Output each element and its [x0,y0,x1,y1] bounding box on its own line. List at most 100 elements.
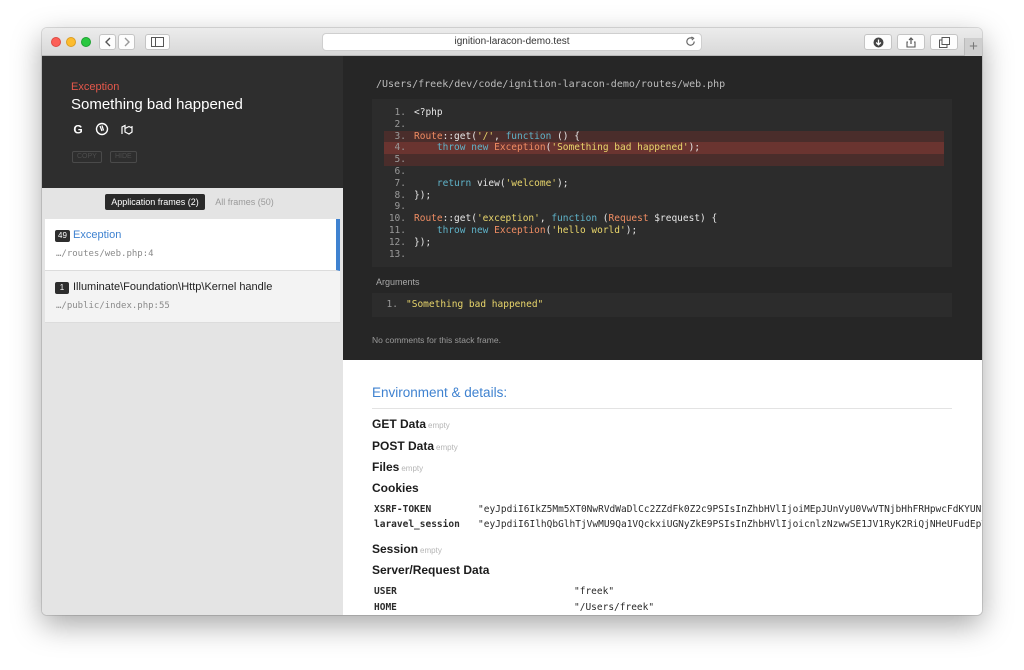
line-number: 10. [388,213,406,225]
server-value: "freek" [574,586,615,597]
empty-label: empty [428,421,450,430]
line-code: }); [414,189,432,201]
arguments-title: Arguments [376,277,420,287]
post-data-label: POST Data [372,439,435,453]
address-bar[interactable]: ignition-laracon-demo.test [322,33,702,51]
copy-button[interactable]: COPY [72,151,102,163]
line-code: throw new Exception('hello world'); [436,225,638,236]
cookies-label: Cookies [372,481,419,495]
files-label: Files [372,460,400,474]
server-data-label: Server/Request Data [372,563,490,577]
code-line: 10. Route::get('exception', function (Req… [384,213,944,225]
address-url: ignition-laracon-demo.test [454,36,570,47]
code-line: 11. throw new Exception('hello world'); [384,225,944,237]
plus-icon: + [969,38,978,55]
frame-title: Exception [73,229,122,241]
empty-label: empty [436,443,458,452]
svg-text:G: G [73,123,82,137]
browser-window: ignition-laracon-demo.test + Exception S… [42,28,982,615]
tabs-overview-button[interactable] [930,34,958,50]
forward-button[interactable] [118,34,135,50]
browser-toolbar: ignition-laracon-demo.test + [42,28,982,56]
code-viewer: /Users/freek/dev/code/ignition-laracon-d… [343,56,982,360]
post-data-section: POST Data empty [372,439,458,453]
code-line: 3. Route::get('/', function () { [384,130,944,143]
sidebar-toggle-button[interactable] [145,34,170,50]
cookies-section: Cookies [372,481,419,495]
no-comments-text: No comments for this stack frame. [372,335,501,345]
server-key: HOME [374,602,397,613]
downloads-button[interactable] [864,34,892,50]
cookie-row: XSRF-TOKEN "eyJpdiI6IkZ5Mm5XT0NwRVdWaDlCc… [374,504,982,516]
line-code: <?php [414,107,443,118]
code-line: 13. [384,249,944,261]
arguments-box: 1. "Something bad happened" [372,293,952,317]
close-window-button[interactable] [51,37,61,47]
line-number: 1. [394,107,406,118]
exception-message: Something bad happened [71,96,243,113]
line-number: 6. [394,166,406,177]
stack-frames-panel: Application frames (2) All frames (50) 4… [42,188,343,615]
line-number: 3. [394,130,406,142]
frame-number-badge: 49 [55,230,70,242]
cookie-key: laravel_session [374,519,460,530]
line-number: 13. [388,248,406,260]
argument-number: 1. [386,299,398,310]
laravel-icon[interactable] [120,122,134,136]
frame-file: …/routes/web.php:4 [56,249,154,259]
share-button[interactable] [897,34,925,50]
back-button[interactable] [99,34,116,50]
server-row: HOME "/Users/freek" [374,602,654,614]
stackoverflow-icon[interactable] [95,122,109,136]
get-data-section: GET Data empty [372,417,450,431]
frame-file: …/public/index.php:55 [56,301,170,311]
divider [372,408,952,409]
line-number: 5. [394,154,406,166]
server-key: USER [374,586,397,597]
code-line: 7. return view('welcome'); [384,178,944,190]
stack-frame[interactable]: 49 Exception …/routes/web.php:4 [45,219,340,271]
sidebar-icon [151,37,164,47]
frame-tabs: Application frames (2) All frames (50) [42,194,343,210]
download-icon [873,37,883,48]
line-number: 9. [394,201,406,213]
maximize-window-button[interactable] [81,37,91,47]
code-line: 8.}); [384,190,944,202]
line-code: throw new Exception('Something bad happe… [436,142,701,154]
hide-button[interactable]: HIDE [110,151,137,163]
search-links: G [71,122,140,137]
line-number: 4. [394,142,406,154]
line-code: Route::get('/', function () { [414,130,580,142]
stack-frame[interactable]: 1 Illuminate\Foundation\Http\Kernel hand… [45,271,340,323]
tab-application-frames[interactable]: Application frames (2) [105,194,205,210]
code-snippet: 1. <?php2. 3. Route::get('/', function () {… [372,99,952,267]
cookie-key: XSRF-TOKEN [374,504,432,515]
environment-panel: Environment & details: GET Data empty POS… [343,360,982,615]
server-value: "/Users/freek" [574,602,655,613]
exception-class: Exception [71,81,120,93]
tabs-icon [938,37,950,48]
forward-icon [124,37,130,47]
code-line: 2. [384,119,944,131]
file-path[interactable]: /Users/freek/dev/code/ignition-laracon-d… [376,79,725,90]
get-data-label: GET Data [372,417,427,431]
exception-header: Exception Something bad happened G COPY … [42,56,343,188]
new-tab-button[interactable]: + [964,38,982,56]
reload-icon[interactable] [685,36,696,47]
line-number: 2. [394,118,406,130]
tab-all-frames[interactable]: All frames (50) [209,194,280,210]
code-line: 12.}); [384,237,944,249]
session-section: Session empty [372,542,442,556]
google-icon[interactable]: G [71,122,85,137]
cookie-value: "eyJpdiI6IkZ5Mm5XT0NwRVdWaDlCc2ZZdFk0Z2c… [478,504,982,515]
session-label: Session [372,542,419,556]
share-icon [906,37,916,48]
frame-title: Illuminate\Foundation\Http\Kernel handle [73,281,273,293]
line-number: 7. [394,177,406,189]
minimize-window-button[interactable] [66,37,76,47]
code-line: 1. <?php [384,107,944,119]
code-line: 9. [384,201,944,213]
line-code: return view('welcome'); [436,177,569,189]
back-icon [104,37,110,47]
server-data-section: Server/Request Data [372,563,489,577]
